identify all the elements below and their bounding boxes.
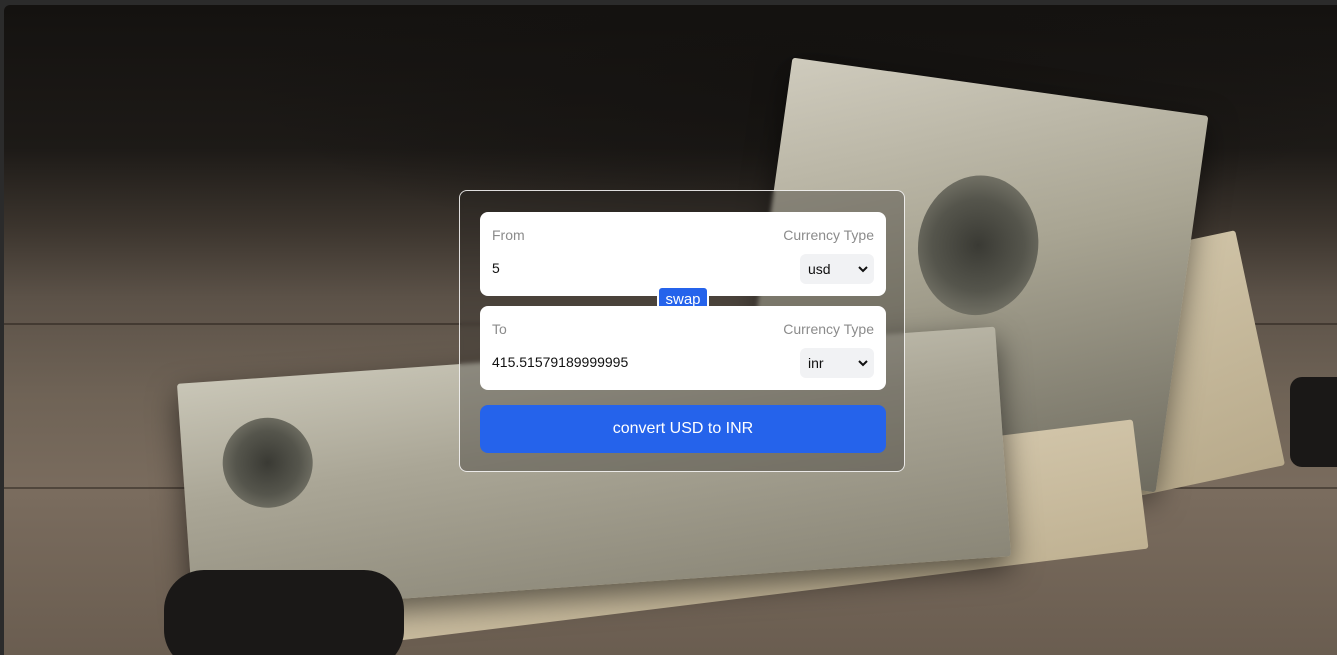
currency-converter-card: From Currency Type 5 usd swap To Currenc… <box>459 190 905 472</box>
from-label: From <box>492 227 525 243</box>
to-label: To <box>492 321 507 337</box>
to-currency-type-label: Currency Type <box>783 321 874 337</box>
background-object <box>164 570 404 655</box>
banknote-seal <box>219 414 316 511</box>
chevron-down-icon <box>858 360 868 367</box>
from-amount-input[interactable]: 5 <box>492 260 500 276</box>
from-currency-select[interactable]: usd <box>800 254 874 284</box>
to-currency-select[interactable]: inr <box>800 348 874 378</box>
convert-button[interactable]: convert USD to INR <box>480 405 886 453</box>
to-currency-value: inr <box>808 355 824 371</box>
to-panel: To Currency Type 415.51579189999995 inr <box>480 306 886 390</box>
from-currency-value: usd <box>808 261 831 277</box>
from-currency-type-label: Currency Type <box>783 227 874 243</box>
from-panel: From Currency Type 5 usd <box>480 212 886 296</box>
chevron-down-icon <box>858 266 868 273</box>
to-amount-output[interactable]: 415.51579189999995 <box>492 354 628 370</box>
banknote-portrait <box>909 167 1048 323</box>
background-object <box>1290 377 1337 467</box>
page-viewport: From Currency Type 5 usd swap To Currenc… <box>4 5 1337 655</box>
